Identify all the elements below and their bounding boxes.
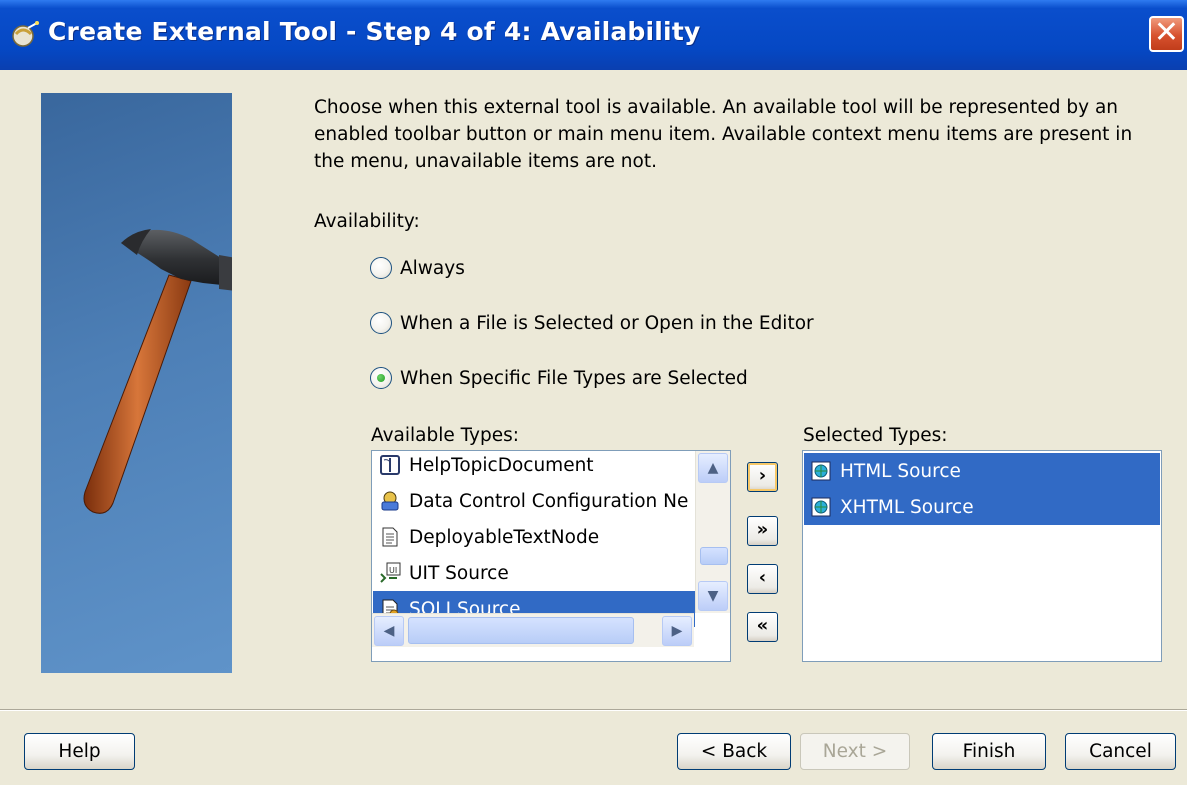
scroll-left-button[interactable]: ◀	[374, 616, 404, 646]
chevron-left-icon: ‹	[758, 567, 767, 588]
add-all-button[interactable]: »	[747, 516, 778, 546]
next-button-label: Next >	[822, 741, 888, 762]
html-source-icon	[810, 460, 832, 482]
double-chevron-right-icon: »	[756, 519, 769, 540]
availability-label: Availability:	[314, 211, 420, 232]
radio-specific-file-types-label: When Specific File Types are Selected	[400, 367, 748, 389]
description-text: Choose when this external tool is availa…	[314, 97, 1133, 172]
scroll-right-button[interactable]: ▶	[662, 616, 692, 646]
radio-always-label: Always	[400, 257, 465, 279]
radio-button[interactable]	[370, 257, 392, 279]
list-item[interactable]: XHTML Source	[804, 489, 1160, 525]
vertical-scrollbar[interactable]: ▲ ▼	[695, 451, 730, 613]
next-button[interactable]: Next >	[800, 733, 910, 770]
list-item-label: Data Control Configuration Ne	[409, 490, 689, 512]
horizontal-scroll-thumb[interactable]	[408, 617, 634, 644]
remove-button[interactable]: ‹	[747, 564, 778, 594]
chevron-up-icon: ▲	[707, 460, 719, 476]
list-item-label: XHTML Source	[840, 496, 974, 518]
list-item[interactable]: Data Control Configuration Ne	[373, 483, 695, 519]
list-item-label: HelpTopicDocument	[409, 454, 594, 476]
list-item-label: UIT Source	[409, 562, 509, 584]
cancel-button-label: Cancel	[1089, 741, 1152, 762]
svg-text:UI: UI	[389, 566, 397, 575]
help-button[interactable]: Help	[24, 733, 135, 770]
radio-when-file-selected[interactable]: When a File is Selected or Open in the E…	[370, 309, 814, 337]
list-item-label: DeployableTextNode	[409, 526, 600, 548]
list-item[interactable]: HTML Source	[804, 453, 1160, 489]
scroll-up-button[interactable]: ▲	[698, 453, 728, 483]
back-button-label: < Back	[700, 741, 768, 762]
remove-all-button[interactable]: «	[747, 612, 778, 642]
horizontal-scrollbar[interactable]: ◀ ▶	[372, 613, 694, 647]
list-item[interactable]: UI UIT Source	[373, 555, 695, 591]
window-title: Create External Tool - Step 4 of 4: Avai…	[48, 17, 701, 46]
xhtml-source-icon	[810, 496, 832, 518]
double-chevron-left-icon: «	[756, 615, 769, 636]
vertical-scroll-thumb[interactable]	[700, 547, 728, 565]
close-button[interactable]: ✕	[1149, 16, 1184, 52]
selected-types-list[interactable]: HTML Source XHTML Source	[802, 450, 1162, 662]
back-button[interactable]: < Back	[677, 733, 791, 770]
finish-button[interactable]: Finish	[932, 733, 1046, 770]
list-item-label: HTML Source	[840, 460, 961, 482]
radio-specific-file-types[interactable]: When Specific File Types are Selected	[370, 364, 748, 392]
add-button[interactable]: ›	[747, 462, 778, 492]
finish-button-label: Finish	[962, 741, 1016, 762]
chevron-right-icon: ›	[758, 465, 767, 486]
chevron-left-icon: ◀	[383, 623, 395, 639]
radio-button[interactable]	[370, 367, 392, 389]
footer-divider	[0, 709, 1187, 711]
help-topic-icon	[379, 454, 401, 476]
wizard-icon	[10, 20, 40, 50]
available-types-list[interactable]: HelpTopicDocument Data Control Configura…	[371, 450, 731, 662]
chevron-down-icon: ▼	[707, 588, 719, 604]
radio-always[interactable]: Always	[370, 254, 465, 282]
list-item[interactable]: HelpTopicDocument	[373, 451, 695, 483]
text-document-icon	[379, 526, 401, 548]
title-bar: Create External Tool - Step 4 of 4: Avai…	[0, 0, 1187, 70]
wizard-side-image	[41, 93, 232, 673]
availability-label-text: Availability:	[314, 211, 420, 232]
close-icon: ✕	[1153, 15, 1180, 50]
hammer-icon	[83, 229, 232, 514]
available-types-label: Available Types:	[371, 425, 519, 446]
help-button-label: Help	[58, 741, 101, 762]
data-control-icon	[379, 490, 401, 512]
radio-button[interactable]	[370, 312, 392, 334]
list-item[interactable]: DeployableTextNode	[373, 519, 695, 555]
radio-when-file-selected-label: When a File is Selected or Open in the E…	[400, 312, 814, 334]
uit-source-icon: UI	[379, 562, 401, 584]
chevron-right-icon: ▶	[671, 623, 683, 639]
selected-types-label: Selected Types:	[803, 425, 948, 446]
scroll-down-button[interactable]: ▼	[698, 581, 728, 611]
cancel-button[interactable]: Cancel	[1065, 733, 1176, 770]
